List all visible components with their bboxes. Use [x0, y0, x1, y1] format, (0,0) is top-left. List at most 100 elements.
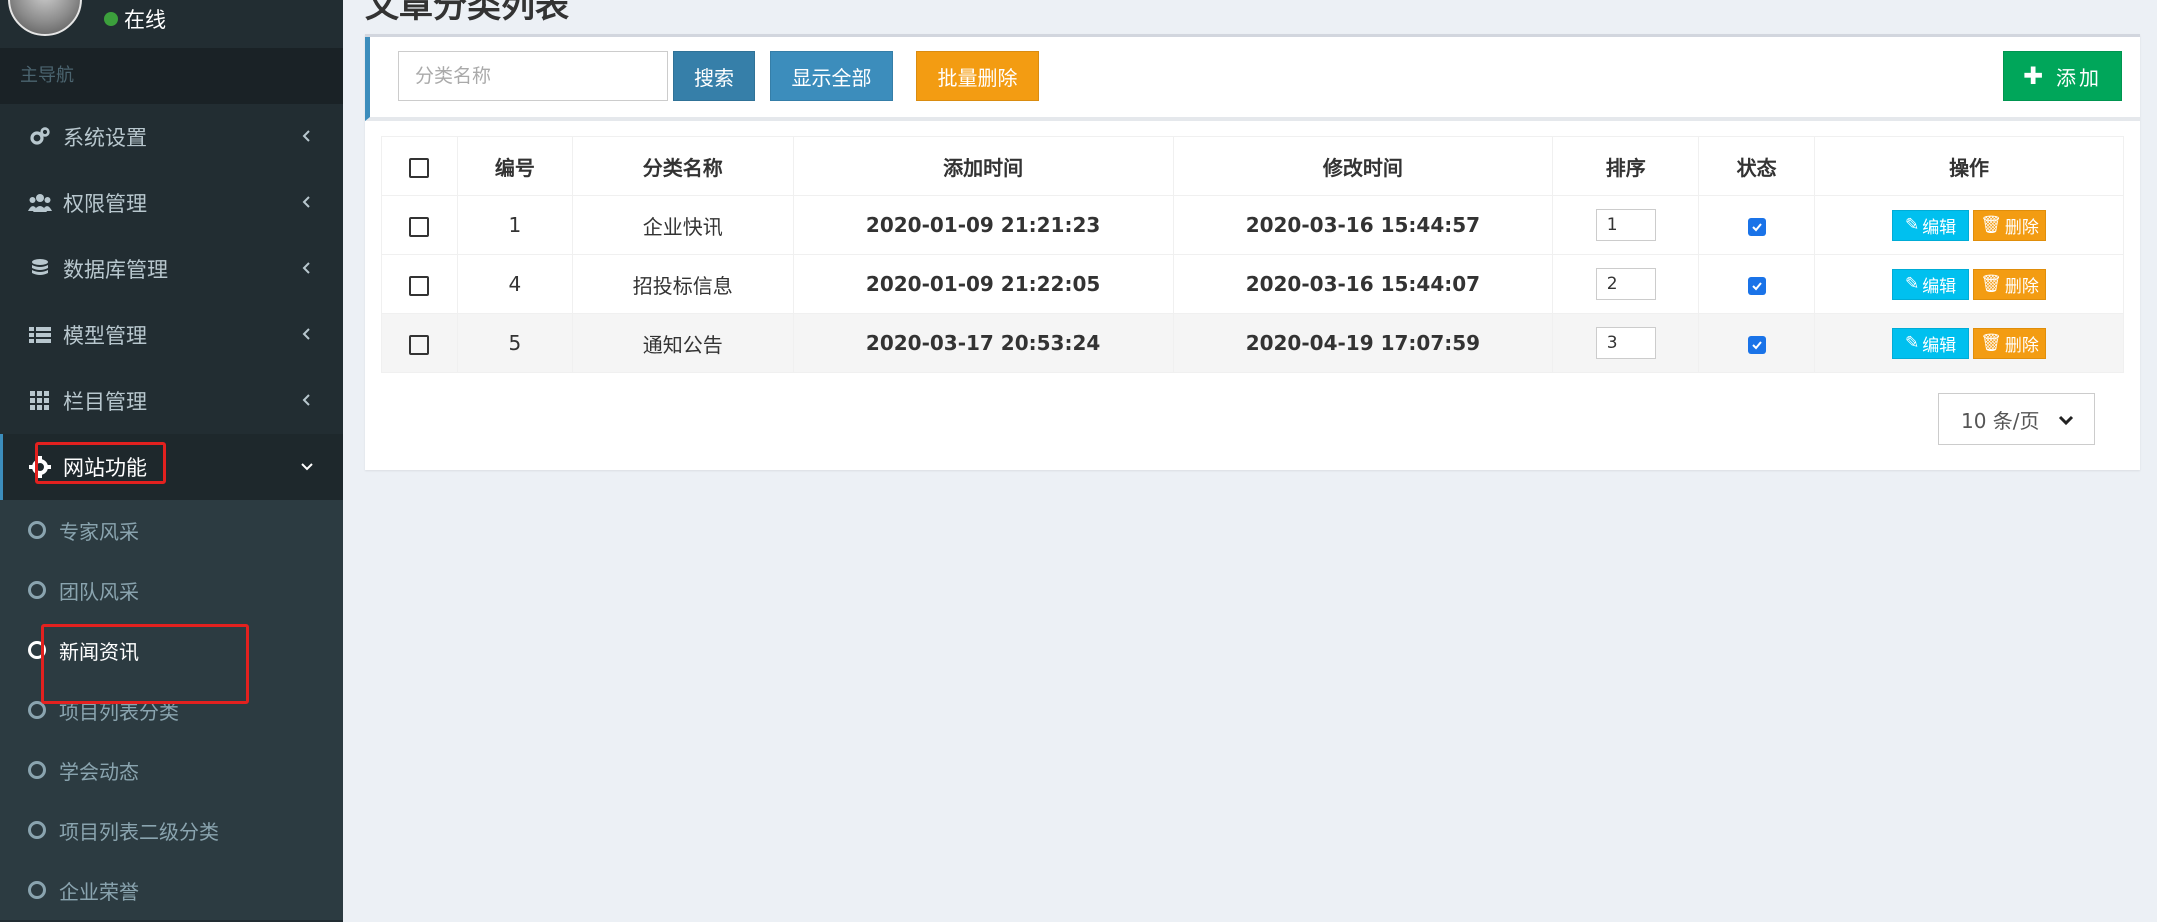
sidebar-item-system-settings[interactable]: 系统设置: [0, 104, 343, 170]
cell-created: 2020-01-09 21:21:23: [792, 195, 1174, 255]
sidebar-item-permissions[interactable]: 权限管理: [0, 170, 343, 236]
nav-header: 主导航: [0, 48, 343, 104]
submenu-item-label: 团队风采: [59, 579, 139, 604]
sort-input[interactable]: [1595, 327, 1656, 359]
sidebar-item-models[interactable]: 模型管理: [0, 302, 343, 368]
cell-actions: ✎ 编辑 🗑 删除: [1814, 254, 2124, 314]
column-header-created: 添加时间: [792, 136, 1174, 196]
chevron-down-icon: [2058, 415, 2074, 426]
submenu-item[interactable]: 团队风采: [0, 560, 343, 620]
sidebar-item-label: 模型管理: [63, 324, 147, 348]
edit-button-label: 编辑: [1922, 276, 1957, 297]
submenu-item[interactable]: 项目列表分类: [0, 680, 343, 740]
edit-button[interactable]: ✎ 编辑: [1892, 268, 1970, 300]
chevron-left-icon: [302, 328, 310, 340]
submenu-item[interactable]: 学会动态: [0, 740, 343, 800]
submenu-item-label: 项目列表分类: [59, 699, 179, 724]
chevron-down-icon: [301, 463, 313, 471]
grid-icon: [27, 388, 53, 414]
list-icon: [27, 322, 53, 348]
submenu-item[interactable]: 专家风采: [0, 500, 343, 560]
edit-icon: ✎: [1904, 333, 1920, 353]
delete-button[interactable]: 🗑 删除: [1973, 268, 2047, 300]
row-checkbox[interactable]: [409, 275, 430, 296]
row-checkbox[interactable]: [409, 334, 430, 355]
row-select-cell: [381, 254, 458, 314]
users-icon: [27, 190, 53, 216]
edit-icon: ✎: [1904, 274, 1920, 294]
delete-button[interactable]: 🗑 删除: [1973, 327, 2047, 359]
plus-icon: ✚: [2022, 62, 2047, 90]
page-size-select[interactable]: 10 条/页: [1938, 393, 2095, 445]
cell-name: 通知公告: [571, 313, 794, 373]
submenu-item-active[interactable]: 新闻资讯: [0, 620, 343, 680]
circle-icon: [28, 701, 46, 719]
row-select-cell: [381, 313, 458, 373]
edit-icon: ✎: [1904, 215, 1920, 235]
circle-icon: [28, 761, 46, 779]
row-select-cell: [381, 195, 458, 255]
cell-name: 企业快讯: [571, 195, 794, 255]
online-status-label: 在线: [124, 8, 166, 32]
cell-modified: 2020-03-16 15:44:57: [1172, 195, 1554, 255]
sidebar-item-columns[interactable]: 栏目管理: [0, 368, 343, 434]
delete-button[interactable]: 🗑 删除: [1973, 209, 2047, 241]
status-checkbox[interactable]: [1747, 276, 1766, 295]
cell-created: 2020-03-17 20:53:24: [792, 313, 1174, 373]
chevron-left-icon: [302, 262, 310, 274]
column-header-name: 分类名称: [571, 136, 794, 196]
sort-input[interactable]: [1595, 209, 1656, 241]
search-button[interactable]: 搜索: [673, 51, 755, 101]
sidebar: 在线 主导航 系统设置 权限管理 数据库管理 模型管理 栏目管理 网站功能 专家…: [0, 0, 343, 922]
category-list-box: 搜索 显示全部 批量删除 ✚ 添加 编号 分类名称 添加时间 修改时间 排序 状…: [365, 34, 2140, 470]
sidebar-item-label: 网站功能: [63, 456, 147, 480]
sidebar-item-label: 系统设置: [63, 126, 147, 150]
circle-icon: [28, 821, 46, 839]
chevron-left-icon: [302, 130, 310, 142]
row-checkbox[interactable]: [409, 216, 430, 237]
submenu-item[interactable]: 项目列表二级分类: [0, 800, 343, 860]
cell-name: 招投标信息: [571, 254, 794, 314]
edit-button[interactable]: ✎ 编辑: [1892, 327, 1970, 359]
cell-modified: 2020-04-19 17:07:59: [1172, 313, 1554, 373]
column-header-status: 状态: [1698, 136, 1816, 196]
submenu-item-label: 专家风采: [59, 519, 139, 544]
cell-modified: 2020-03-16 15:44:07: [1172, 254, 1554, 314]
select-all-cell: [381, 136, 458, 196]
trash-icon: 🗑: [1980, 333, 2002, 353]
sidebar-item-label: 权限管理: [63, 192, 147, 216]
category-name-search-input[interactable]: [398, 51, 668, 101]
page-title: 文章分类列表: [365, 0, 569, 26]
show-all-button[interactable]: 显示全部: [770, 51, 893, 101]
avatar[interactable]: [8, 0, 82, 36]
submenu-item[interactable]: 企业荣誉: [0, 860, 343, 920]
submenu-item-label: 新闻资讯: [59, 639, 139, 664]
batch-delete-button[interactable]: 批量删除: [916, 51, 1039, 101]
submenu-item-label: 学会动态: [59, 759, 139, 784]
status-checkbox[interactable]: [1747, 217, 1766, 236]
check-icon: [1751, 281, 1762, 290]
trash-icon: 🗑: [1980, 274, 2002, 294]
sidebar-item-site-features[interactable]: 网站功能: [0, 434, 343, 500]
edit-button[interactable]: ✎ 编辑: [1892, 209, 1970, 241]
column-header-sort: 排序: [1552, 136, 1700, 196]
circle-icon: [28, 521, 46, 539]
sort-input[interactable]: [1595, 268, 1656, 300]
cell-sort: [1552, 254, 1700, 314]
add-button-label: 添加: [2056, 65, 2103, 90]
cell-actions: ✎ 编辑 🗑 删除: [1814, 313, 2124, 373]
cell-id: 5: [456, 313, 573, 373]
sidebar-item-database[interactable]: 数据库管理: [0, 236, 343, 302]
toolbar: 搜索 显示全部 批量删除 ✚ 添加: [365, 37, 2140, 121]
select-all-checkbox[interactable]: [409, 157, 430, 178]
delete-button-label: 删除: [2004, 276, 2039, 297]
add-button[interactable]: ✚ 添加: [2003, 51, 2122, 101]
chevron-left-icon: [302, 196, 310, 208]
sidebar-item-label: 栏目管理: [63, 390, 147, 414]
submenu-site-features: 专家风采 团队风采 新闻资讯 项目列表分类 学会动态 项目列表二级分类 企业荣誉: [0, 500, 343, 920]
column-header-modified: 修改时间: [1172, 136, 1554, 196]
cell-sort: [1552, 313, 1700, 373]
user-panel: 在线: [0, 0, 343, 48]
status-checkbox[interactable]: [1747, 335, 1766, 354]
cell-id: 1: [456, 195, 573, 255]
